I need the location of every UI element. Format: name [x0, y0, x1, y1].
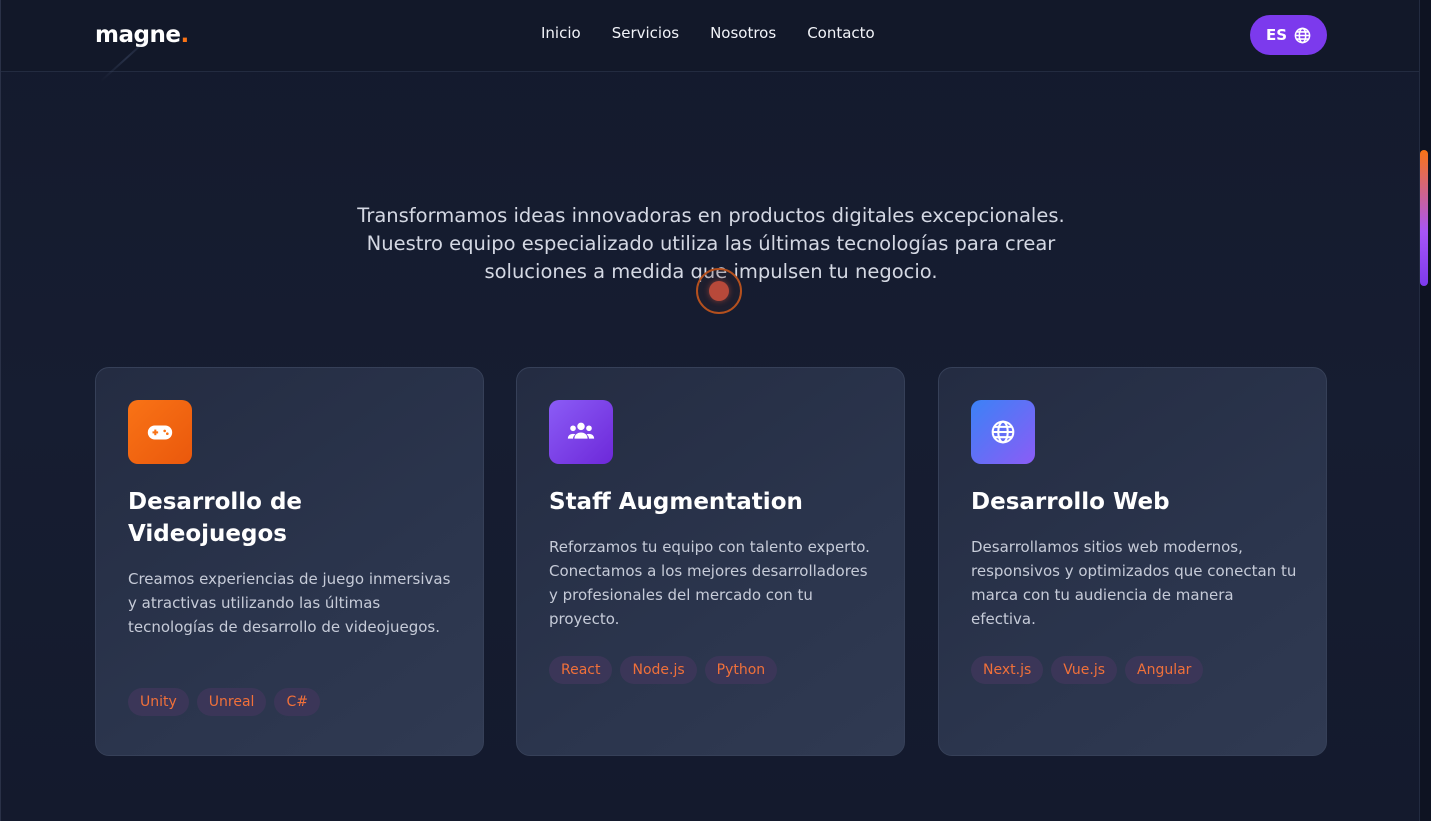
tech-tag: C# [274, 688, 320, 716]
tech-tag: Vue.js [1051, 656, 1117, 684]
scrollbar-thumb[interactable] [1420, 150, 1428, 286]
service-card-videojuegos[interactable]: Desarrollo de Videojuegos Creamos experi… [95, 367, 484, 756]
service-card-staff[interactable]: Staff Augmentation Reforzamos tu equipo … [516, 367, 905, 756]
service-icon-box [128, 400, 192, 464]
tech-tag: Node.js [620, 656, 697, 684]
nav-link-contacto[interactable]: Contacto [807, 24, 875, 42]
logo-dot: . [180, 22, 189, 48]
custom-cursor-dot [709, 281, 729, 301]
globe-icon [1294, 27, 1311, 43]
logo-text: magne [95, 22, 181, 48]
globe-icon [991, 420, 1015, 444]
page: magne. Inicio Servicios Nosotros Contact… [0, 0, 1431, 821]
service-icon-box [971, 400, 1035, 464]
service-description: Desarrollamos sitios web modernos, respo… [971, 538, 1297, 628]
gamepad-icon [147, 425, 173, 440]
service-description: Reforzamos tu equipo con talento experto… [549, 538, 870, 628]
tech-tags: React Node.js Python [549, 656, 778, 684]
users-icon [567, 422, 595, 439]
service-description: Creamos experiencias de juego inmersivas… [128, 570, 451, 636]
top-navbar: magne. Inicio Servicios Nosotros Contact… [1, 0, 1419, 72]
nav-link-nosotros[interactable]: Nosotros [710, 24, 776, 42]
tech-tag: Unity [128, 688, 189, 716]
scrollbar-track[interactable] [1419, 0, 1431, 821]
main-nav: Inicio Servicios Nosotros Contacto [541, 24, 875, 42]
service-icon-box [549, 400, 613, 464]
nav-link-inicio[interactable]: Inicio [541, 24, 581, 42]
service-card-web[interactable]: Desarrollo Web Desarrollamos sitios web … [938, 367, 1327, 756]
language-label: ES [1265, 26, 1288, 44]
language-button[interactable]: ES [1250, 15, 1327, 55]
tech-tag: Angular [1125, 656, 1204, 684]
tech-tag: Python [704, 656, 778, 684]
tech-tag: Unreal [196, 688, 267, 716]
service-title: Desarrollo Web [971, 489, 1170, 515]
tech-tag: Next.js [971, 656, 1044, 684]
tech-tag: React [549, 656, 613, 684]
tech-tags: Unity Unreal C# [128, 688, 320, 716]
service-title: Staff Augmentation [549, 489, 803, 515]
service-title: Desarrollo de Videojuegos [128, 489, 303, 547]
tech-tags: Next.js Vue.js Angular [971, 656, 1204, 684]
nav-link-servicios[interactable]: Servicios [612, 24, 679, 42]
